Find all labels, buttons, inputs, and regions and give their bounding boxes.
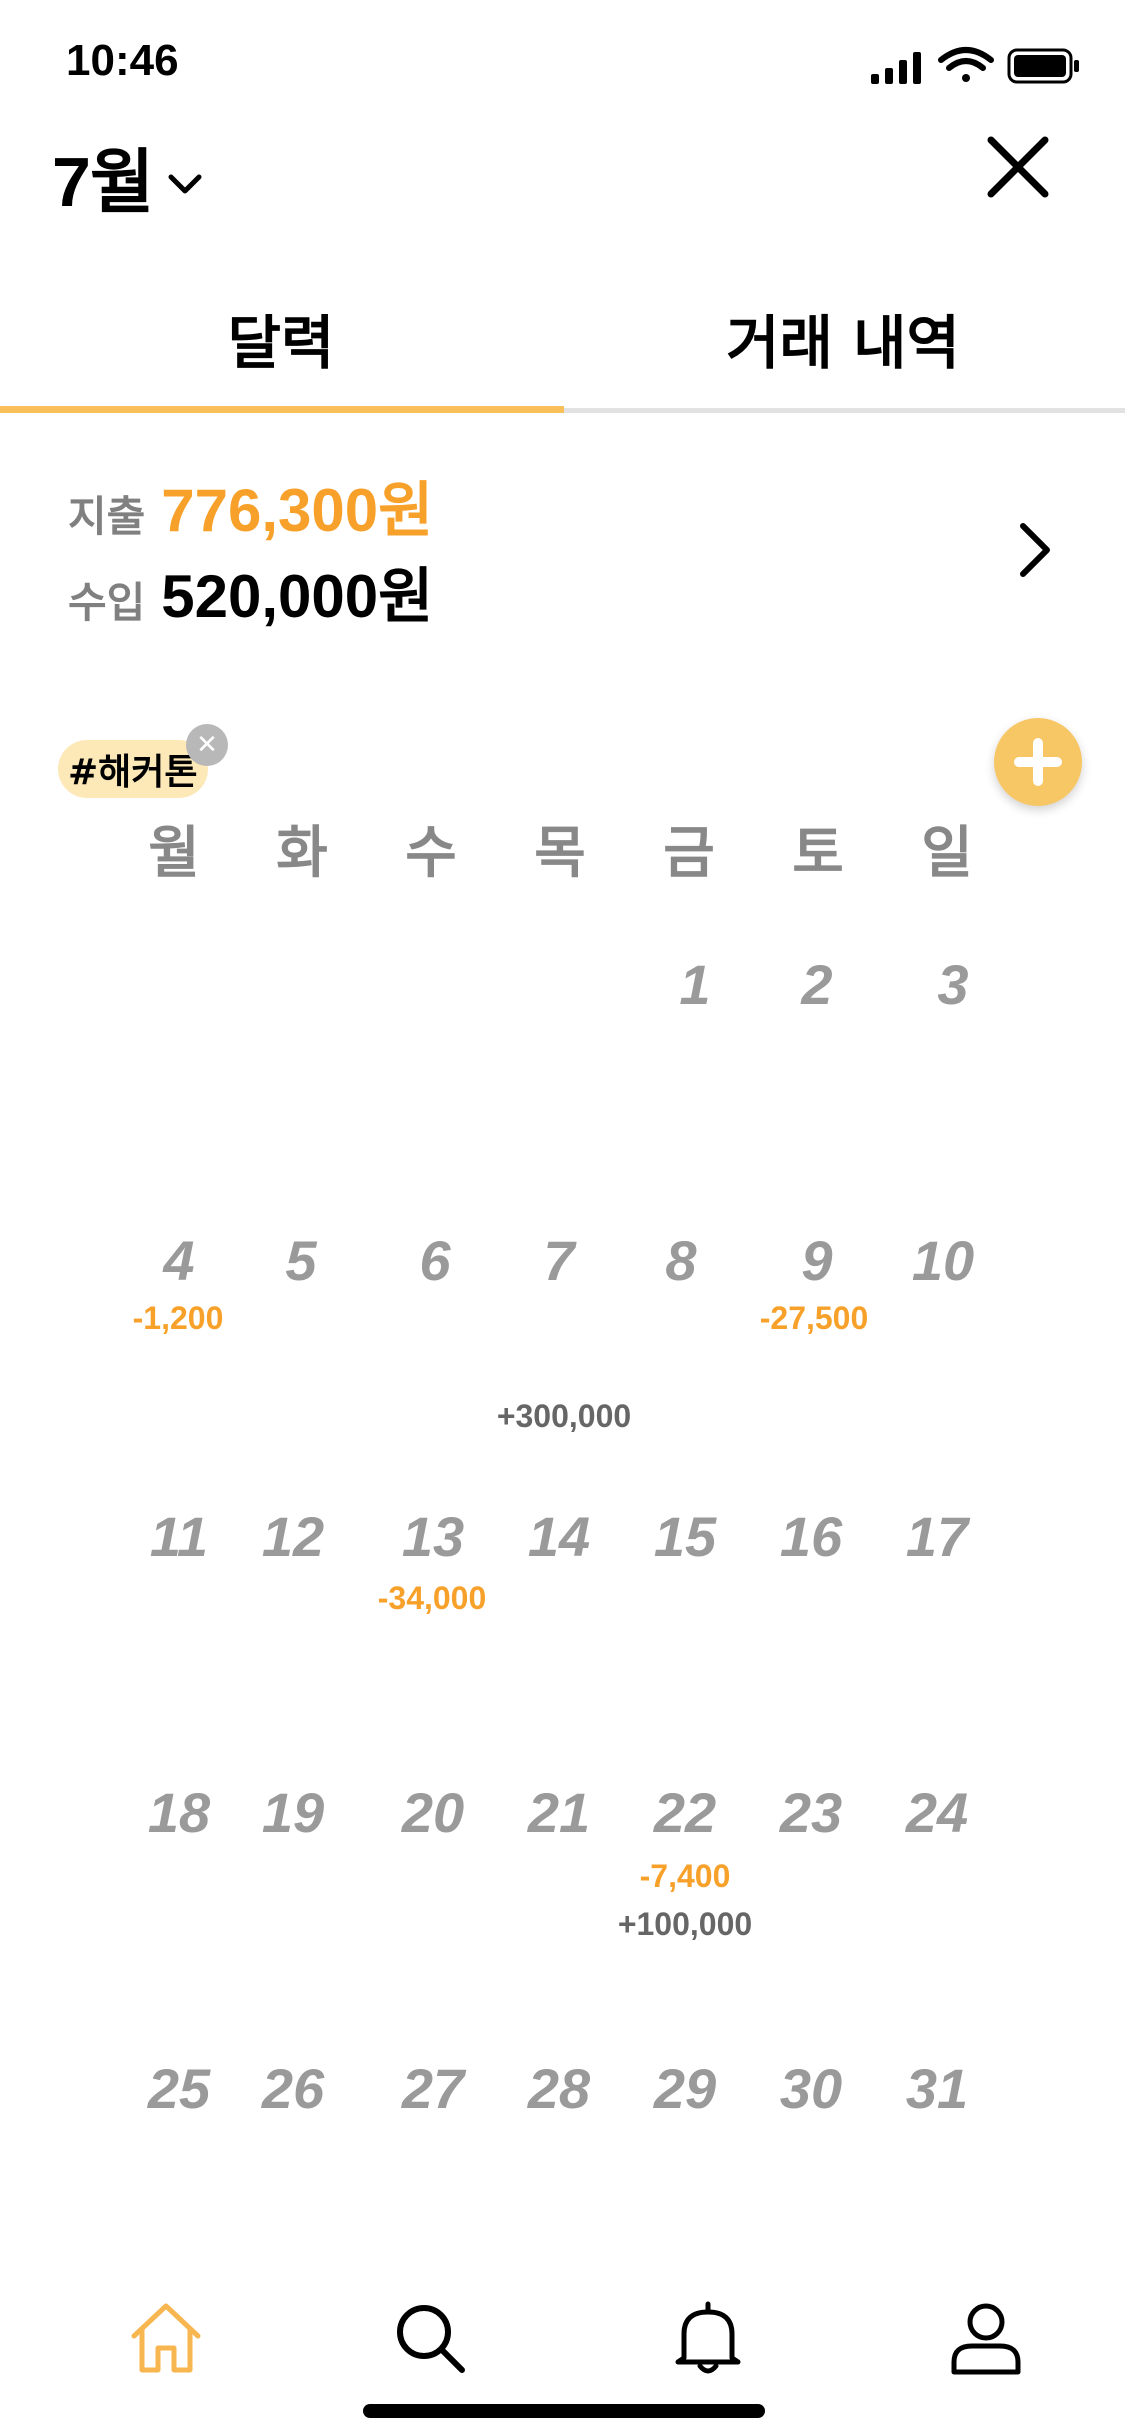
- chevron-down-icon: [168, 174, 202, 193]
- calendar-day[interactable]: 8: [616, 1228, 746, 1293]
- weekday-wed: 수: [405, 821, 457, 886]
- profile-icon[interactable]: [948, 2300, 1024, 2376]
- calendar-day[interactable]: 22: [620, 1780, 750, 1845]
- calendar-day[interactable]: 19: [228, 1780, 358, 1845]
- battery-icon: [1007, 48, 1079, 84]
- status-icons: [871, 47, 1079, 84]
- weekday-mon: 월: [148, 821, 200, 886]
- plus-icon: [1014, 738, 1062, 786]
- calendar-day[interactable]: 2: [752, 952, 882, 1017]
- expense-value: 776,300원: [161, 477, 434, 544]
- calendar-day[interactable]: 29: [620, 2056, 750, 2121]
- income-value: 520,000원: [161, 563, 434, 630]
- tab-active-indicator: [0, 406, 564, 413]
- income-row: 수입 520,000원: [68, 548, 433, 634]
- calendar-day[interactable]: 14: [494, 1504, 624, 1569]
- calendar-day[interactable]: 6: [370, 1228, 500, 1293]
- home-icon[interactable]: [128, 2300, 204, 2376]
- day-expense-amount: -27,500: [759, 1300, 869, 1336]
- calendar-day[interactable]: 18: [114, 1780, 244, 1845]
- calendar-day[interactable]: 27: [368, 2056, 498, 2121]
- home-indicator: [363, 2404, 765, 2418]
- calendar-day[interactable]: 4: [114, 1228, 244, 1293]
- calendar-day[interactable]: 17: [872, 1504, 1002, 1569]
- bell-icon[interactable]: [670, 2300, 746, 2376]
- expense-label: 지출: [68, 492, 146, 541]
- day-expense-amount: -1,200: [132, 1300, 224, 1336]
- tag-chip[interactable]: #해커톤: [58, 740, 208, 798]
- month-selector[interactable]: 7월: [52, 126, 203, 227]
- weekday-sat: 토: [792, 821, 844, 886]
- calendar-day[interactable]: 13: [368, 1504, 498, 1569]
- calendar-day[interactable]: 26: [228, 2056, 358, 2121]
- calendar-day[interactable]: 3: [888, 952, 1018, 1017]
- calendar-day[interactable]: 5: [236, 1228, 366, 1293]
- tab-calendar[interactable]: 달력: [0, 280, 562, 414]
- tag-remove-icon[interactable]: ✕: [186, 724, 228, 766]
- calendar-day[interactable]: 10: [878, 1228, 1008, 1293]
- calendar-day[interactable]: 21: [494, 1780, 624, 1845]
- weekday-fri: 금: [663, 821, 715, 886]
- calendar-day[interactable]: 25: [114, 2056, 244, 2121]
- calendar-day[interactable]: 20: [368, 1780, 498, 1845]
- day-income-amount: +100,000: [617, 1906, 753, 1942]
- weekday-thu: 목: [534, 821, 586, 886]
- expense-row: 지출 776,300원: [68, 462, 433, 548]
- calendar-day[interactable]: 28: [494, 2056, 624, 2121]
- calendar-day[interactable]: 12: [228, 1504, 358, 1569]
- chevron-right-icon[interactable]: [1015, 520, 1055, 580]
- add-button[interactable]: [994, 718, 1082, 806]
- tab-transactions[interactable]: 거래 내역: [562, 280, 1124, 414]
- monthly-summary[interactable]: 지출 776,300원 수입 520,000원: [68, 462, 433, 634]
- search-icon[interactable]: [392, 2300, 468, 2376]
- income-label: 수입: [68, 578, 146, 627]
- weekday-tue: 화: [276, 821, 328, 886]
- calendar-day[interactable]: 30: [746, 2056, 876, 2121]
- tab-bar: 달력 거래 내역: [0, 280, 1125, 414]
- calendar-day[interactable]: 9: [752, 1228, 882, 1293]
- calendar-day[interactable]: 11: [114, 1504, 244, 1569]
- month-label: 7월: [52, 143, 154, 221]
- signal-icon: [871, 52, 921, 84]
- day-expense-amount: -7,400: [639, 1858, 731, 1894]
- day-income-amount: +300,000: [496, 1398, 632, 1434]
- status-time: 10:46: [66, 36, 179, 85]
- wifi-icon: [938, 47, 994, 82]
- close-icon[interactable]: [987, 136, 1049, 198]
- day-expense-amount: -34,000: [377, 1580, 487, 1616]
- calendar-day[interactable]: 23: [746, 1780, 876, 1845]
- calendar-day[interactable]: 31: [872, 2056, 1002, 2121]
- calendar-day[interactable]: 7: [494, 1228, 624, 1293]
- calendar-day[interactable]: 16: [746, 1504, 876, 1569]
- calendar-day[interactable]: 1: [630, 952, 760, 1017]
- calendar-day[interactable]: 24: [872, 1780, 1002, 1845]
- weekday-sun: 일: [921, 821, 973, 886]
- calendar-day[interactable]: 15: [620, 1504, 750, 1569]
